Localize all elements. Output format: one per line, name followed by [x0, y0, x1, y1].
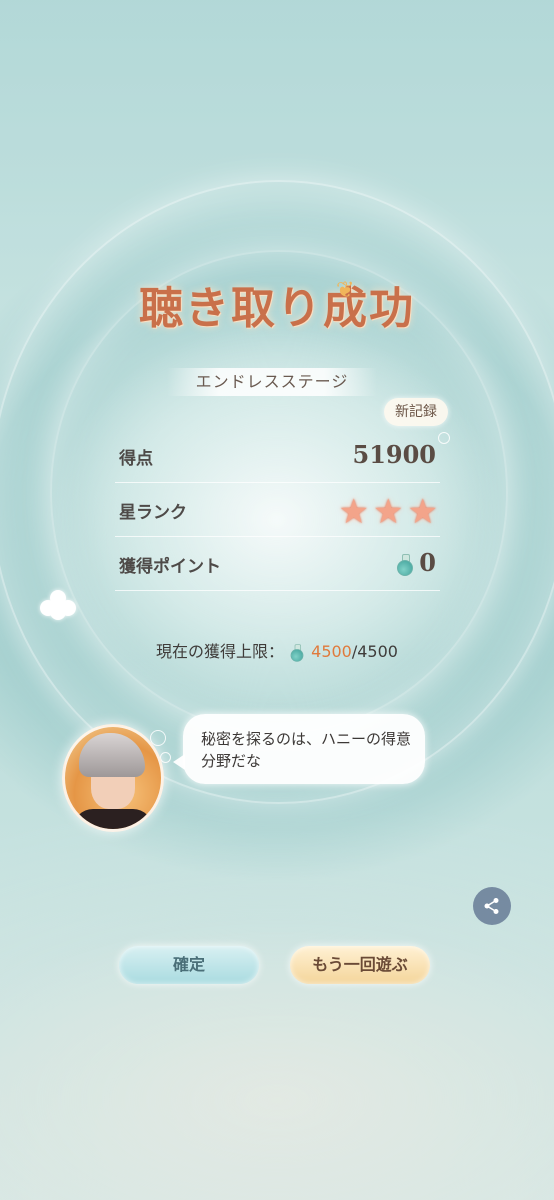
points-row: 獲得ポイント 0: [115, 538, 440, 591]
star-icon: ★: [338, 492, 370, 532]
rank-row: 星ランク ★ ★ ★: [115, 484, 440, 537]
limit-label: 現在の獲得上限：: [156, 642, 285, 661]
acquisition-limit: 現在の獲得上限： 4500/4500: [0, 638, 554, 664]
stage-subtitle: エンドレスステージ: [167, 368, 377, 396]
share-button[interactable]: [473, 887, 511, 925]
dialogue-text: 秘密を探るのは、ハニーの得意分野だな: [201, 730, 412, 770]
star-icon: ★: [373, 492, 404, 532]
result-title-area: 聴き取り成功: [0, 272, 554, 336]
new-record-badge: 新記録: [384, 398, 448, 426]
star-icon: ★: [407, 492, 438, 532]
limit-max: 4500: [357, 642, 398, 661]
points-value: 0: [419, 548, 436, 577]
butterfly-icon: ❦: [336, 278, 355, 303]
limit-current: 4500: [311, 642, 352, 661]
character-avatar: [62, 724, 164, 832]
confirm-button[interactable]: 確定: [119, 946, 259, 984]
speech-bubble: 秘密を探るのは、ハニーの得意分野だな: [173, 714, 425, 784]
result-title: 聴き取り成功: [139, 283, 415, 334]
points-label: 獲得ポイント: [119, 557, 221, 577]
flower-decoration: [40, 590, 76, 620]
bottle-icon: [290, 643, 304, 662]
points-value-group: 0: [397, 548, 436, 577]
score-row: 得点 51900: [115, 430, 440, 483]
share-icon: [484, 898, 499, 914]
score-value: 51900: [352, 440, 437, 469]
bottle-icon: [397, 553, 414, 576]
rank-label: 星ランク: [119, 503, 187, 523]
score-label: 得点: [119, 449, 153, 469]
play-again-button[interactable]: もう一回遊ぶ: [290, 946, 430, 984]
rank-stars: ★ ★ ★: [335, 492, 438, 532]
